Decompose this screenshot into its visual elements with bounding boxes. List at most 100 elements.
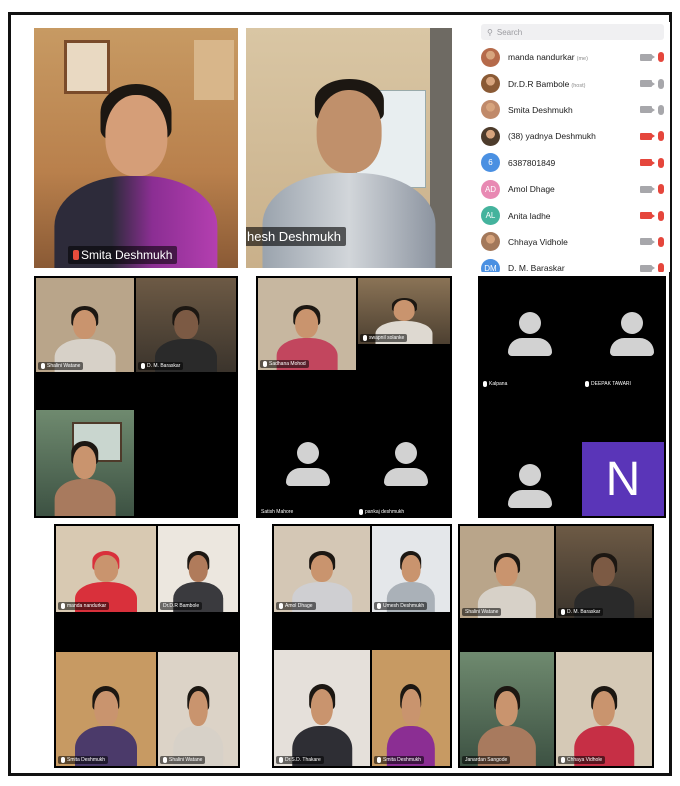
- mic-muted-icon[interactable]: [658, 263, 664, 272]
- tile-name-label: Dr.S.D. Thakare: [276, 756, 324, 764]
- avatar-placeholder-icon: [384, 442, 428, 486]
- participant-role-tag: (me): [576, 56, 588, 63]
- video-tile[interactable]: D. M. Baraskar: [136, 278, 236, 372]
- participant-row[interactable]: (38) yadnya Deshmukh: [475, 123, 670, 149]
- avatar-placeholder-icon: [508, 464, 552, 508]
- search-input[interactable]: ⚲ Search: [481, 24, 664, 40]
- participant-name-text: Dr.D.R Bambole: [508, 78, 570, 89]
- mic-muted-icon[interactable]: [658, 236, 664, 247]
- gallery-panel-3c: Shalini Watane D. M. Baraskar Janardan S…: [458, 524, 654, 768]
- video-tile-deshmukh[interactable]: hesh Deshmukh: [246, 28, 452, 268]
- video-off-icon[interactable]: [640, 132, 655, 140]
- participant-name: (38) yadnya Deshmukh: [508, 131, 640, 141]
- tile-name-label: DEEPAK TAWARI: [582, 380, 634, 388]
- participant-name: Dr.D.R Bambole (host): [508, 79, 640, 89]
- tile-name-label: Dr.D.R Bambole: [160, 602, 203, 610]
- avatar-placeholder-icon: [610, 312, 654, 356]
- video-camera-icon[interactable]: [640, 80, 655, 88]
- participant-name-text: Smita Deshmukh: [508, 104, 573, 115]
- video-camera-icon[interactable]: [640, 264, 655, 272]
- mic-muted-icon[interactable]: [658, 131, 664, 142]
- video-tile[interactable]: Janardan Sangode: [460, 652, 554, 766]
- participant-name: Anita ladhe: [508, 211, 640, 221]
- tile-name-label: Smita Deshmukh: [374, 756, 425, 764]
- gallery-panel-2b: Sadhana Mohod swapnil solanke Satish Mah…: [256, 276, 452, 518]
- mic-muted-icon[interactable]: [658, 157, 664, 168]
- video-tile[interactable]: Sadhana Mohod: [258, 278, 356, 370]
- participant-avatar: [481, 232, 500, 252]
- video-camera-icon[interactable]: [640, 185, 655, 193]
- participant-avatar: [481, 100, 500, 120]
- video-tile[interactable]: Chhaya Vidhole: [556, 652, 652, 766]
- search-icon: ⚲: [487, 27, 493, 37]
- video-tile[interactable]: manda nandurkar: [56, 526, 156, 612]
- tile-name-label: D. M. Baraskar: [558, 608, 604, 616]
- gallery-panel-2a: Shalini Watane D. M. Baraskar: [34, 276, 238, 518]
- mic-muted-icon[interactable]: [658, 210, 664, 221]
- tile-name-label: Shalini Watane: [160, 756, 206, 764]
- participants-panel: ⚲ Search manda nandurkar (me) Dr.D.R Bambo…: [475, 22, 670, 272]
- tile-name-label: Smita Deshmukh: [68, 246, 178, 264]
- mic-muted-icon[interactable]: [658, 184, 664, 195]
- mic-icon[interactable]: [658, 104, 664, 115]
- mic-muted-icon[interactable]: [658, 52, 664, 63]
- tile-name-label: Chhaya Vidhole: [558, 756, 606, 764]
- participant-name: D. M. Baraskar: [508, 263, 640, 272]
- participant-name: manda nandurkar (me): [508, 52, 640, 62]
- video-off-icon[interactable]: [640, 212, 655, 220]
- video-tile[interactable]: swapnil solanke: [358, 278, 450, 344]
- video-tile[interactable]: Amol Dhage: [274, 526, 370, 612]
- participant-name: Smita Deshmukh: [508, 105, 640, 115]
- tile-name-label: swapnil solanke: [360, 334, 408, 342]
- participant-name-text: Chhaya Vidhole: [508, 236, 568, 247]
- participant-role-tag: (host): [571, 82, 586, 89]
- participant-name-text: 6387801849: [508, 157, 556, 168]
- participant-row[interactable]: AL Anita ladhe: [475, 202, 670, 228]
- tile-name-label: Sadhana Mohod: [260, 360, 309, 368]
- avatar-placeholder-icon: [286, 442, 330, 486]
- tile-name-label: Shalini Watane: [38, 362, 84, 370]
- tile-name-label: D. M. Baraskar: [138, 362, 184, 370]
- participant-row[interactable]: Smita Deshmukh: [475, 97, 670, 123]
- participant-row[interactable]: manda nandurkar (me): [475, 44, 670, 70]
- video-tile[interactable]: Smita Deshmukh: [56, 652, 156, 766]
- video-camera-icon[interactable]: [640, 238, 655, 246]
- video-tile[interactable]: Shalini Watane: [460, 526, 554, 618]
- participant-row[interactable]: Dr.D.R Bambole (host): [475, 70, 670, 96]
- video-camera-icon[interactable]: [640, 106, 655, 114]
- tile-name-label: Umesh Deshmukh: [374, 602, 428, 610]
- participant-name: Chhaya Vidhole: [508, 237, 640, 247]
- participant-avatar: DM: [481, 258, 500, 272]
- tile-name-label: pankaj deshmukh: [356, 508, 407, 516]
- participant-avatar: [481, 126, 500, 146]
- muted-mic-icon: [73, 250, 79, 260]
- video-tile[interactable]: Smita Deshmukh: [372, 650, 450, 766]
- video-camera-icon[interactable]: [640, 53, 655, 61]
- participant-avatar: [481, 47, 500, 67]
- tile-name-label: Amol Dhage: [276, 602, 316, 610]
- tile-name-label: Kalpana: [480, 380, 510, 388]
- video-off-icon[interactable]: [640, 159, 655, 167]
- participant-avatar: AD: [481, 179, 500, 199]
- participant-row[interactable]: AD Amol Dhage: [475, 176, 670, 202]
- initial-avatar-tile[interactable]: N: [582, 442, 664, 516]
- tile-name-label: Satish Mahore: [261, 509, 294, 515]
- tile-name-label: hesh Deshmukh: [246, 227, 346, 246]
- gallery-panel-3b: Amol Dhage Umesh Deshmukh Dr.S.D. Thakar…: [272, 524, 452, 768]
- video-tile[interactable]: Dr.D.R Bambole: [158, 526, 238, 612]
- video-tile[interactable]: [36, 410, 134, 516]
- tile-name-label: manda nandurkar: [58, 602, 110, 610]
- tile-name-label: Smita Deshmukh: [58, 756, 109, 764]
- participant-name-text: (38) yadnya Deshmukh: [508, 131, 596, 142]
- participant-name-text: Amol Dhage: [508, 184, 555, 195]
- video-tile[interactable]: Dr.S.D. Thakare: [274, 650, 370, 766]
- video-tile[interactable]: Shalini Watane: [158, 652, 238, 766]
- mic-icon[interactable]: [658, 78, 664, 89]
- video-tile-smita-deshmukh[interactable]: Smita Deshmukh: [34, 28, 238, 268]
- video-tile[interactable]: Umesh Deshmukh: [372, 526, 450, 612]
- participant-row[interactable]: 6 6387801849: [475, 150, 670, 176]
- video-tile[interactable]: D. M. Baraskar: [556, 526, 652, 618]
- participant-row[interactable]: Chhaya Vidhole: [475, 229, 670, 255]
- video-tile[interactable]: Shalini Watane: [36, 278, 134, 372]
- participant-row[interactable]: DM D. M. Baraskar: [475, 255, 670, 272]
